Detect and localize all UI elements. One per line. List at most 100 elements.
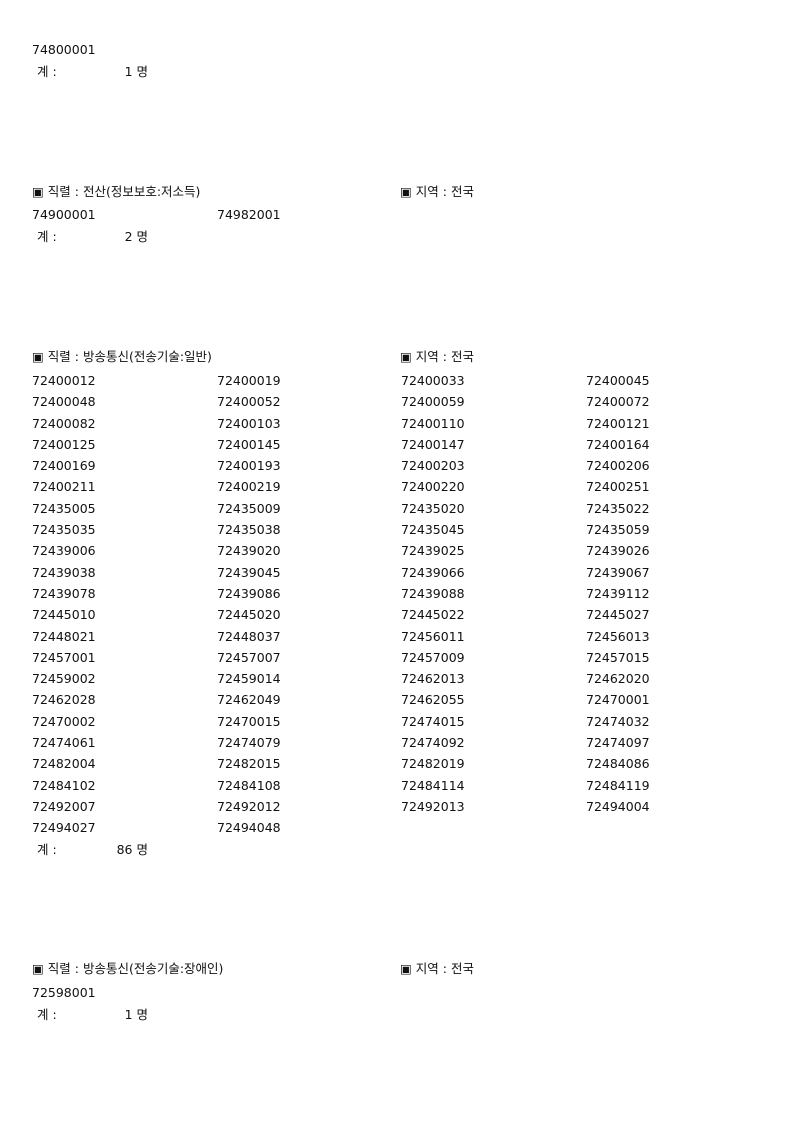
candidate-number: 72400125 bbox=[32, 436, 96, 452]
candidate-number: 72474079 bbox=[217, 735, 281, 751]
total-label: 계 : bbox=[37, 64, 57, 79]
candidate-number: 72482019 bbox=[401, 756, 465, 772]
candidate-number: 72494048 bbox=[217, 820, 281, 836]
candidate-number: 72400059 bbox=[401, 394, 465, 410]
region-header: ▣ 지역 : 전국 bbox=[400, 961, 474, 976]
candidate-number: 72439078 bbox=[32, 585, 96, 601]
total-count: 2 명 bbox=[124, 229, 148, 244]
total-count: 1 명 bbox=[124, 1007, 148, 1022]
candidate-number: 72400019 bbox=[217, 373, 281, 388]
candidate-number: 72484108 bbox=[217, 777, 281, 793]
candidate-number: 72494027 bbox=[32, 820, 96, 836]
total-label: 계 : bbox=[37, 1007, 57, 1022]
candidate-number: 72400048 bbox=[32, 394, 96, 410]
candidate-number: 72474032 bbox=[586, 713, 650, 729]
candidate-number: 72435022 bbox=[586, 500, 650, 516]
candidate-number: 72445010 bbox=[32, 607, 96, 623]
candidate-number: 72457015 bbox=[586, 649, 650, 665]
candidate-number: 72456011 bbox=[401, 628, 465, 644]
candidate-number: 72435038 bbox=[217, 522, 281, 538]
candidate-number: 72470002 bbox=[32, 713, 96, 729]
candidate-number: 72400082 bbox=[32, 415, 96, 431]
candidate-number: 72482004 bbox=[32, 756, 96, 772]
candidate-number: 72400052 bbox=[217, 394, 281, 410]
candidate-number: 72484114 bbox=[401, 777, 465, 793]
candidate-number: 72462020 bbox=[586, 671, 650, 687]
candidate-number: 72462013 bbox=[401, 671, 465, 687]
candidate-number: 72474092 bbox=[401, 735, 465, 751]
candidate-number: 72400164 bbox=[586, 436, 650, 452]
candidate-number: 72400219 bbox=[217, 479, 281, 495]
candidate-number: 72435009 bbox=[217, 500, 281, 516]
candidate-number: 72492013 bbox=[401, 798, 465, 814]
candidate-number: 72445020 bbox=[217, 607, 281, 623]
candidate-number: 72445027 bbox=[586, 607, 650, 623]
candidate-number: 72400145 bbox=[217, 436, 281, 452]
candidate-number: 72470001 bbox=[586, 692, 650, 708]
candidate-number: 72439038 bbox=[32, 564, 96, 580]
candidate-number: 72400193 bbox=[217, 458, 281, 474]
candidate-number: 72474061 bbox=[32, 735, 96, 751]
candidate-number: 74982001 bbox=[217, 207, 281, 222]
candidate-number: 72484119 bbox=[586, 777, 650, 793]
candidate-number: 72400121 bbox=[586, 415, 650, 431]
candidate-number: 72448021 bbox=[32, 628, 96, 644]
region-header: ▣ 지역 : 전국 bbox=[400, 349, 474, 364]
candidate-number: 72439025 bbox=[401, 543, 465, 559]
candidate-number: 72457009 bbox=[401, 649, 465, 665]
candidate-number: 72400206 bbox=[586, 458, 650, 474]
candidate-number: 72400033 bbox=[401, 373, 465, 388]
candidate-number-grid: 72400012 72400019 72400033 72400045 72400048… bbox=[32, 370, 706, 839]
candidate-number: 72439112 bbox=[586, 585, 650, 601]
candidate-number: 72435035 bbox=[32, 522, 96, 538]
candidate-number: 72439020 bbox=[217, 543, 281, 559]
candidate-number: 72484102 bbox=[32, 777, 96, 793]
candidate-number: 72462049 bbox=[217, 692, 281, 708]
candidate-number: 72457001 bbox=[32, 649, 96, 665]
candidate-number: 72457007 bbox=[217, 649, 281, 665]
candidate-number: 72492007 bbox=[32, 798, 96, 814]
candidate-number: 74900001 bbox=[32, 207, 96, 222]
candidate-number: 72400147 bbox=[401, 436, 465, 452]
series-header: ▣ 직렬 : 방송통신(전송기술:일반) bbox=[32, 349, 212, 364]
candidate-number: 72439026 bbox=[586, 543, 650, 559]
candidate-number: 72598001 bbox=[32, 985, 96, 1000]
total-count: 1 명 bbox=[124, 64, 148, 79]
candidate-number: 72482015 bbox=[217, 756, 281, 772]
candidate-number: 72439066 bbox=[401, 564, 465, 580]
candidate-number: 72439086 bbox=[217, 585, 281, 601]
candidate-number: 72400012 bbox=[32, 373, 96, 388]
candidate-number: 72459002 bbox=[32, 671, 96, 687]
candidate-number: 72400203 bbox=[401, 458, 465, 474]
candidate-number: 72456013 bbox=[586, 628, 650, 644]
series-header: ▣ 직렬 : 방송통신(전송기술:장애인) bbox=[32, 961, 224, 976]
candidate-number: 74800001 bbox=[32, 42, 96, 57]
candidate-number: 72492012 bbox=[217, 798, 281, 814]
candidate-number: 72400072 bbox=[586, 394, 650, 410]
candidate-number: 72470015 bbox=[217, 713, 281, 729]
candidate-number: 72400169 bbox=[32, 458, 96, 474]
candidate-number: 72400103 bbox=[217, 415, 281, 431]
candidate-number: 72474097 bbox=[586, 735, 650, 751]
candidate-number: 72435020 bbox=[401, 500, 465, 516]
region-header: ▣ 지역 : 전국 bbox=[400, 184, 474, 199]
total-label: 계 : bbox=[37, 229, 57, 244]
series-header: ▣ 직렬 : 전산(정보보호:저소득) bbox=[32, 184, 201, 199]
candidate-number: 72439045 bbox=[217, 564, 281, 580]
candidate-number: 72439067 bbox=[586, 564, 650, 580]
candidate-number: 72484086 bbox=[586, 756, 650, 772]
candidate-number: 72459014 bbox=[217, 671, 281, 687]
total-count: 86 명 bbox=[116, 842, 148, 857]
candidate-number: 72448037 bbox=[217, 628, 281, 644]
candidate-number: 72494004 bbox=[586, 798, 650, 814]
candidate-number: 72400110 bbox=[401, 415, 465, 431]
candidate-number: 72435059 bbox=[586, 522, 650, 538]
candidate-number: 72435005 bbox=[32, 500, 96, 516]
total-label: 계 : bbox=[37, 842, 57, 857]
candidate-number: 72445022 bbox=[401, 607, 465, 623]
candidate-number: 72400045 bbox=[586, 373, 650, 388]
candidate-number: 72439006 bbox=[32, 543, 96, 559]
candidate-number: 72462028 bbox=[32, 692, 96, 708]
candidate-number: 72474015 bbox=[401, 713, 465, 729]
candidate-number: 72400251 bbox=[586, 479, 650, 495]
